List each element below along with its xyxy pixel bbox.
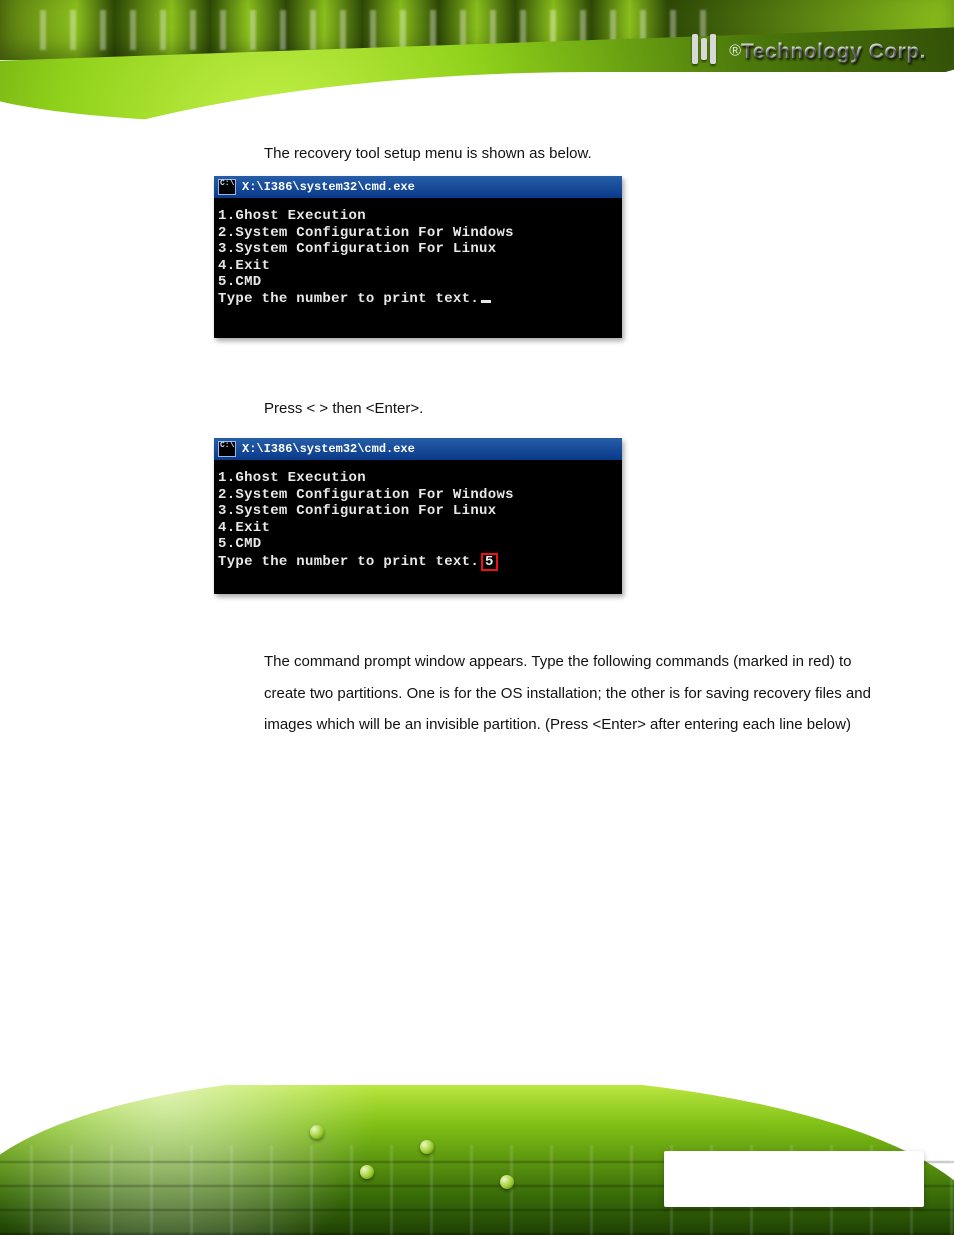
cmd-icon xyxy=(218,179,236,195)
cmd-console-1: 1.Ghost Execution 2.System Configuration… xyxy=(214,198,622,338)
iei-logo-icon xyxy=(692,34,719,69)
intro-text-1: The recovery tool setup menu is shown as… xyxy=(264,138,874,170)
cmd-title: X:\I386\system32\cmd.exe xyxy=(242,180,415,194)
cmd-console-2: 1.Ghost Execution 2.System Configuration… xyxy=(214,460,622,594)
footer-placeholder xyxy=(664,1151,924,1207)
intro-text-3: The command prompt window appears. Type … xyxy=(264,646,874,741)
registered-mark: ® xyxy=(729,43,741,60)
footer-banner xyxy=(0,1085,954,1235)
brand-text: Technology Corp. xyxy=(741,40,926,64)
cmd-title: X:\I386\system32\cmd.exe xyxy=(242,442,415,456)
cmd-screenshot-2: X:\I386\system32\cmd.exe 1.Ghost Executi… xyxy=(214,438,622,594)
brand-logo: ®Technology Corp. xyxy=(692,34,926,69)
highlighted-input: 5 xyxy=(481,553,498,571)
cmd-screenshot-1: X:\I386\system32\cmd.exe 1.Ghost Executi… xyxy=(214,176,622,338)
intro-text-2: Press < > then <Enter>. xyxy=(264,393,874,425)
cmd-icon xyxy=(218,441,236,457)
cursor-icon xyxy=(481,300,491,303)
header-banner: ®Technology Corp. xyxy=(0,0,954,120)
